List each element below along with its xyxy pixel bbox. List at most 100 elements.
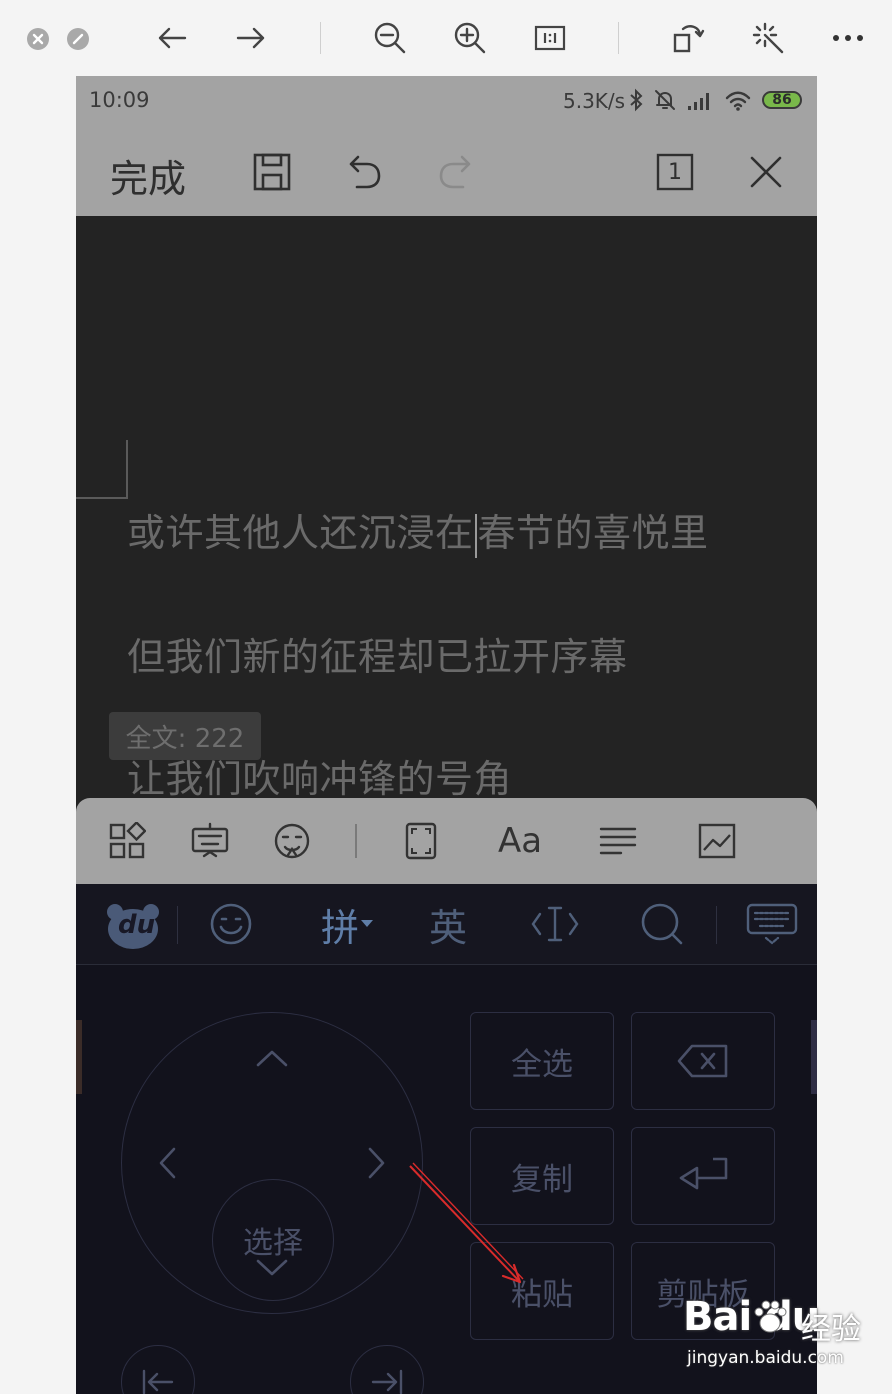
document-line-2[interactable]: 但我们新的征程却已拉开序幕 xyxy=(127,626,628,681)
enter-button[interactable] xyxy=(631,1127,775,1225)
page-count: 1 xyxy=(668,159,682,185)
page-corner-mark xyxy=(76,440,128,499)
search-button[interactable] xyxy=(637,896,687,952)
zoom-out-icon xyxy=(374,22,406,54)
forward-button[interactable] xyxy=(231,18,271,58)
arrow-right-icon xyxy=(236,27,265,49)
close-window-button[interactable] xyxy=(27,28,49,50)
arrow-to-start-icon xyxy=(142,1369,174,1394)
image-icon xyxy=(698,823,736,859)
sticker-face-icon xyxy=(274,823,310,859)
save-button[interactable] xyxy=(250,150,294,194)
mute-bell-icon xyxy=(655,90,675,110)
word-count-badge: 全文: 222 xyxy=(109,712,261,760)
close-editor-button[interactable] xyxy=(744,150,788,194)
grid-icon xyxy=(109,822,146,859)
save-icon xyxy=(253,153,291,191)
signal-icon xyxy=(688,93,709,110)
delete-button[interactable] xyxy=(631,1012,775,1110)
more-icon xyxy=(833,35,863,41)
text-cursor-icon xyxy=(531,906,579,942)
chevron-right-icon xyxy=(368,1147,385,1179)
ime-logo-text: du xyxy=(118,910,156,940)
zoom-in-button[interactable] xyxy=(450,18,490,58)
actual-size-icon xyxy=(534,25,566,51)
baidu-jingyan-watermark: Bai du 经验 jingyan.baidu.com xyxy=(683,1294,883,1374)
magic-wand-icon xyxy=(752,22,784,54)
wifi-icon xyxy=(725,91,751,111)
document-editor[interactable]: 或许其他人还沉浸在 春节的喜悦里 但我们新的征程却已拉开序幕 让我们吹响冲锋的号角… xyxy=(76,216,817,801)
keyboard-toggle-button[interactable] xyxy=(187,818,233,864)
cursor-up-button[interactable] xyxy=(254,1043,290,1073)
select-all-button[interactable]: 全选 xyxy=(470,1012,614,1110)
undo-button[interactable] xyxy=(342,150,386,194)
watermark-brand: Bai du xyxy=(683,1294,820,1340)
pinyin-label: 拼 xyxy=(320,905,359,950)
more-button[interactable] xyxy=(828,18,868,58)
rotate-icon xyxy=(673,25,705,53)
ime-toolbar: du 拼 英 xyxy=(76,884,817,965)
redo-icon xyxy=(439,155,471,189)
font-style-button[interactable]: Aa xyxy=(497,818,543,864)
battery-indicator: 86 xyxy=(762,91,802,109)
pinyin-mode-button[interactable]: 拼 xyxy=(316,896,378,952)
fullscreen-icon xyxy=(405,822,437,860)
format-toolbar: Aa xyxy=(76,798,817,884)
smiley-icon xyxy=(210,903,252,945)
status-bar: 10:09 5.3K/s 86 xyxy=(76,76,817,126)
cursor-right-button[interactable] xyxy=(362,1145,392,1181)
english-mode-button[interactable]: 英 xyxy=(423,896,473,952)
cursor-edit-button[interactable] xyxy=(528,896,582,952)
keyboard-icon xyxy=(191,822,229,858)
select-button[interactable]: 选择 xyxy=(212,1179,334,1301)
apps-button[interactable] xyxy=(104,818,150,864)
magic-enhance-button[interactable] xyxy=(748,18,788,58)
sticker-button[interactable] xyxy=(269,818,315,864)
line-text-before-caret: 或许其他人还沉浸在 xyxy=(127,511,474,555)
line-start-button[interactable] xyxy=(121,1345,195,1394)
close-icon xyxy=(750,156,782,188)
back-button[interactable] xyxy=(152,18,192,58)
font-style-label: Aa xyxy=(497,821,543,861)
backspace-icon xyxy=(677,1044,728,1078)
ime-divider xyxy=(716,906,717,944)
line-end-button[interactable] xyxy=(350,1345,424,1394)
status-net-speed: 5.3K/s xyxy=(563,89,626,113)
zoom-out-button[interactable] xyxy=(370,18,410,58)
watermark-url: jingyan.baidu.com xyxy=(687,1348,844,1368)
cursor-left-button[interactable] xyxy=(152,1145,182,1181)
line-text-after-caret: 春节的喜悦里 xyxy=(477,511,709,555)
hide-keyboard-button[interactable] xyxy=(744,896,800,952)
redo-button[interactable] xyxy=(434,150,478,194)
enter-icon xyxy=(679,1157,728,1190)
arrow-to-end-icon xyxy=(371,1369,403,1394)
align-left-icon xyxy=(599,827,637,855)
bluetooth-icon xyxy=(630,88,643,112)
phone-screen: 10:09 5.3K/s 86 完成 1 或许其他人还沉浸在 春节的喜悦里 但我们… xyxy=(76,76,817,1394)
fullscreen-button[interactable] xyxy=(398,818,444,864)
arrow-left-icon xyxy=(158,27,187,49)
toolbar-divider xyxy=(355,824,357,858)
zoom-in-icon xyxy=(454,22,486,54)
keyboard-hide-icon xyxy=(746,903,798,945)
chevron-up-icon xyxy=(256,1050,288,1067)
page-count-button[interactable]: 1 xyxy=(653,150,697,194)
minimize-window-button[interactable] xyxy=(67,28,89,50)
ime-divider xyxy=(177,906,178,944)
insert-image-button[interactable] xyxy=(694,818,740,864)
paw-icon xyxy=(754,1300,787,1333)
chevron-left-icon xyxy=(159,1147,176,1179)
actual-size-button[interactable] xyxy=(530,18,570,58)
paste-button[interactable]: 粘贴 xyxy=(470,1242,614,1340)
text-caret xyxy=(474,513,477,558)
watermark-brand-cn: 经验 xyxy=(801,1312,861,1347)
done-button[interactable]: 完成 xyxy=(110,148,186,203)
paragraph-align-button[interactable] xyxy=(595,818,641,864)
panel-edge xyxy=(76,1020,82,1094)
undo-icon xyxy=(349,155,381,189)
document-line-1[interactable]: 或许其他人还沉浸在 春节的喜悦里 xyxy=(127,502,709,558)
search-icon xyxy=(641,903,683,945)
emoji-button[interactable] xyxy=(206,896,256,952)
copy-button[interactable]: 复制 xyxy=(470,1127,614,1225)
rotate-button[interactable] xyxy=(668,18,708,58)
